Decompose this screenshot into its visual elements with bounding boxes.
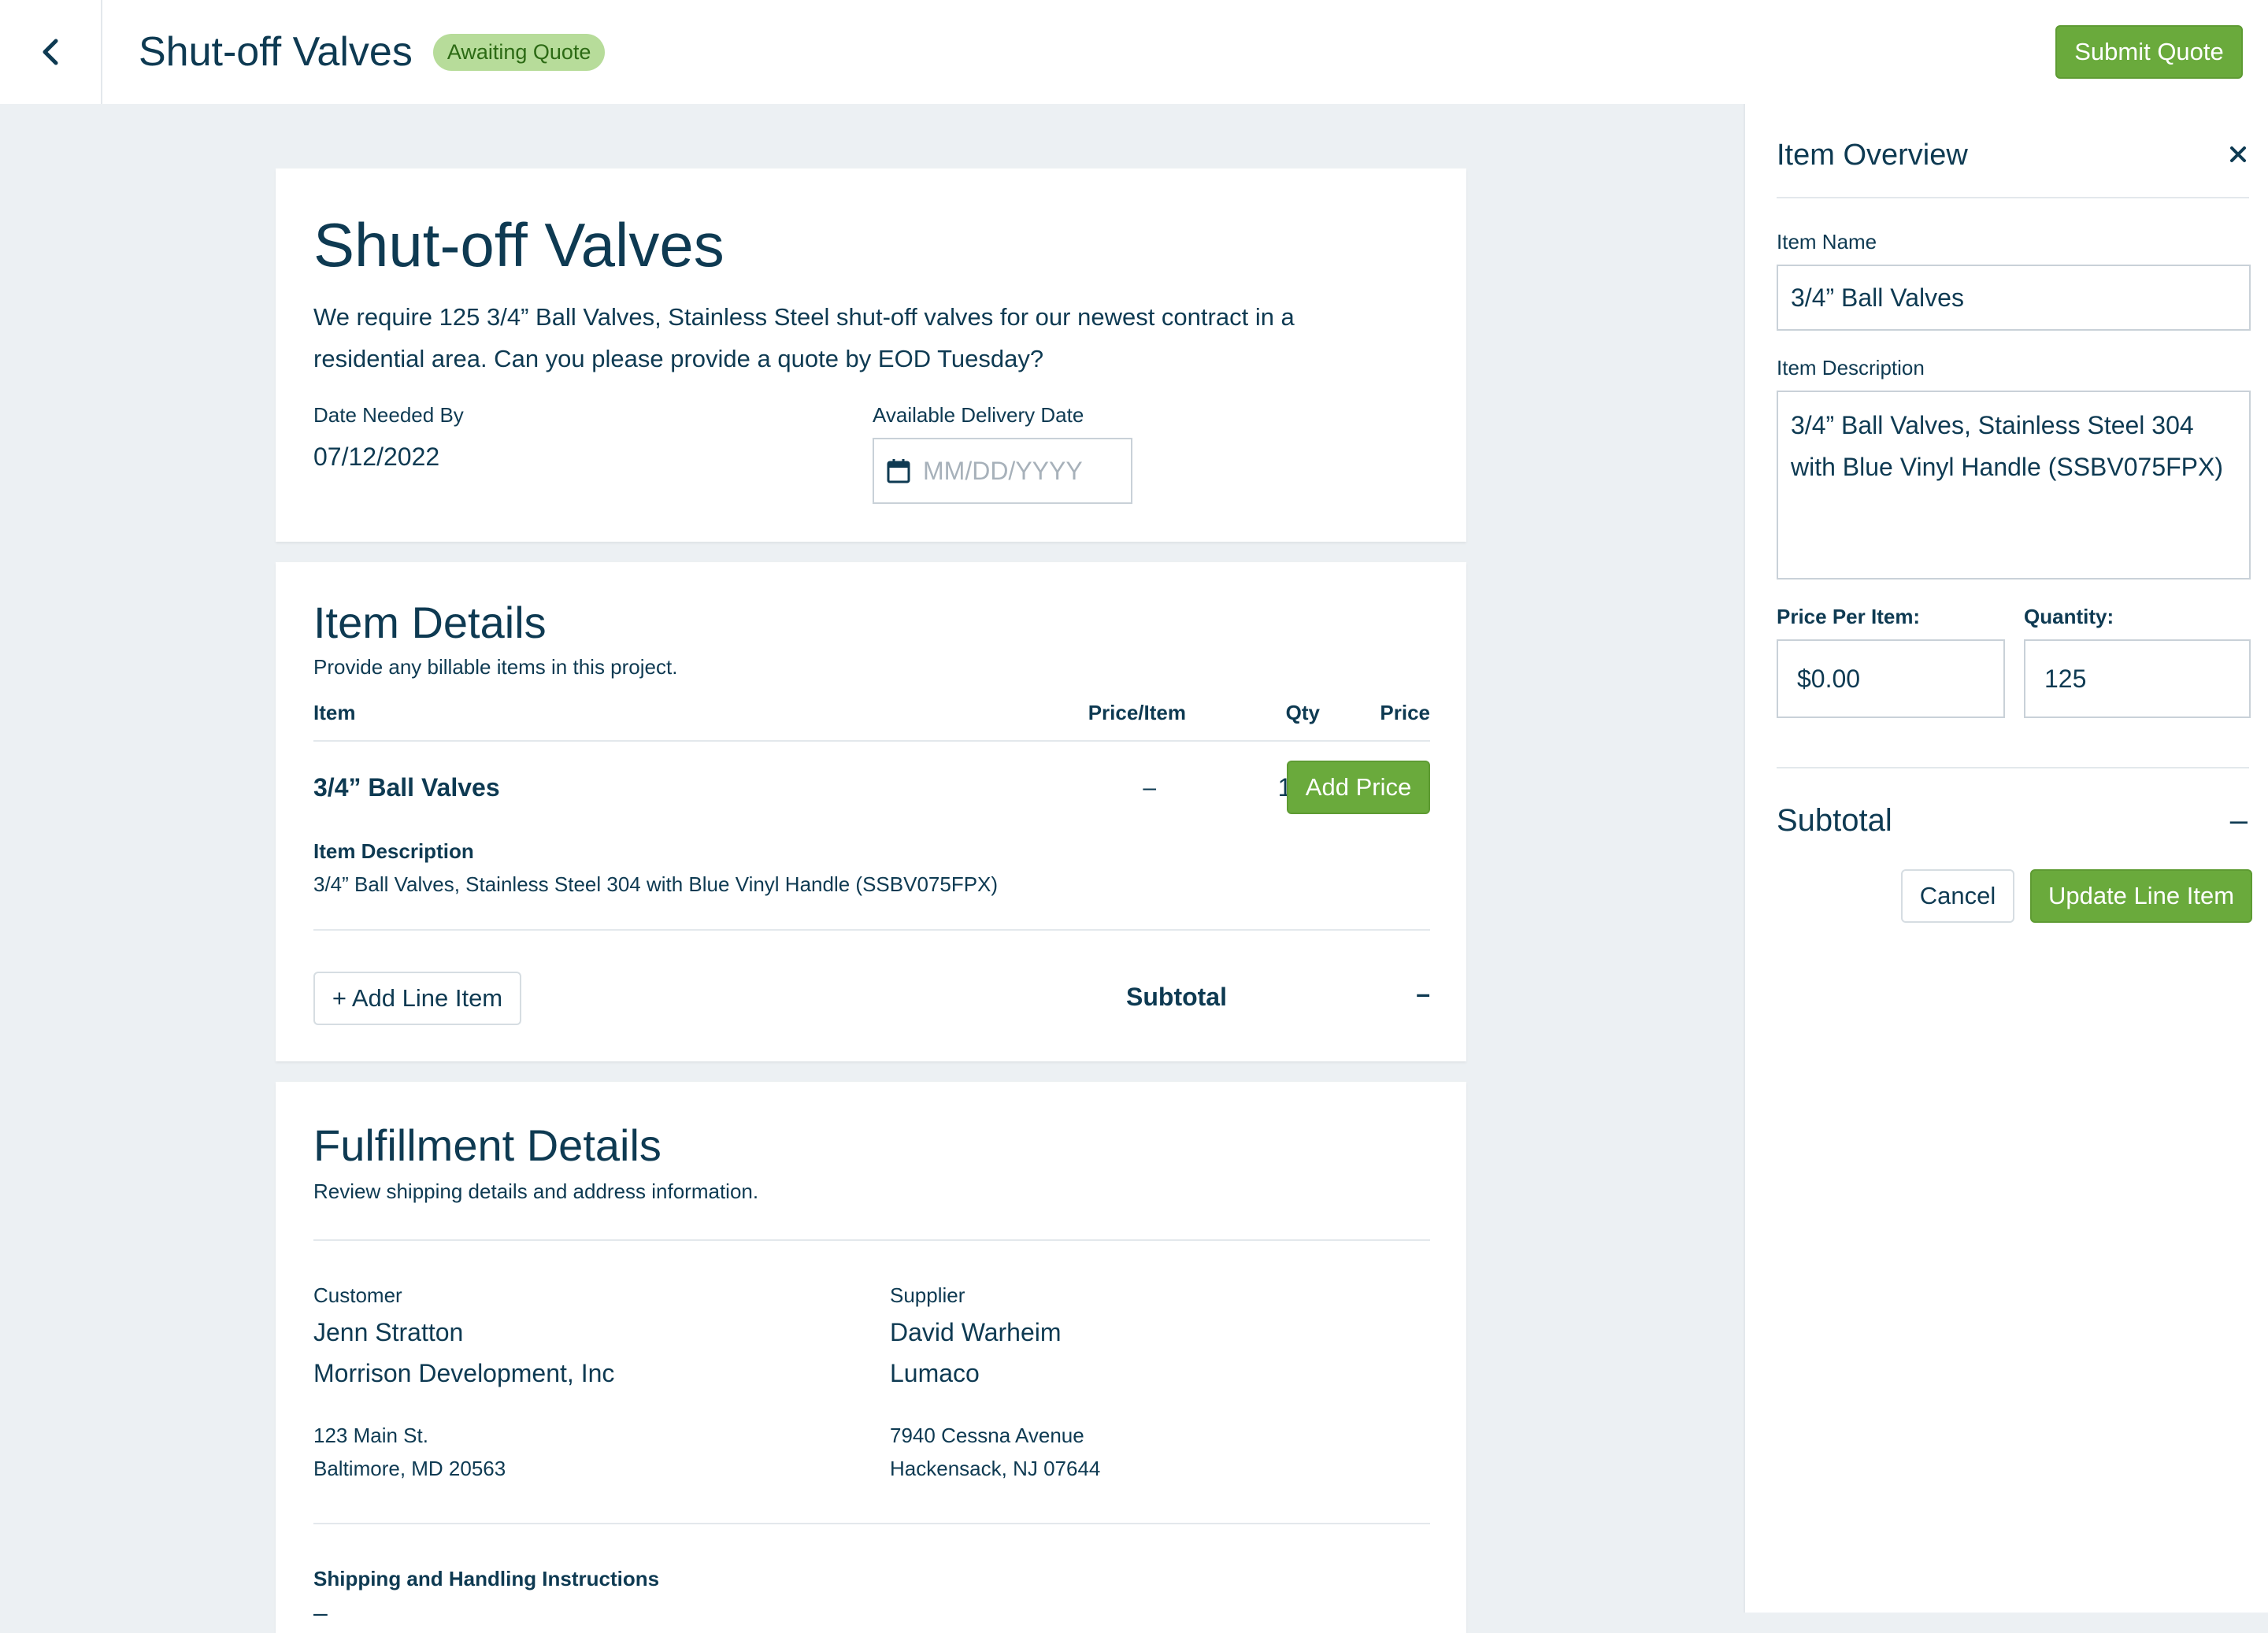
update-line-item-button[interactable]: Update Line Item (2030, 869, 2252, 923)
table-footer-divider (313, 929, 1430, 931)
delivery-date-field[interactable] (873, 438, 1132, 504)
item-description-label: Item Description (1777, 356, 1925, 380)
panel-subtotal-label: Subtotal (1777, 803, 1892, 838)
supplier-company: Lumaco (890, 1359, 980, 1387)
customer-address-line1: 123 Main St. (313, 1424, 428, 1447)
delivery-date-input[interactable] (923, 456, 1120, 486)
row-item-name: 3/4” Ball Valves (313, 773, 500, 802)
fulfillment-subtitle: Review shipping details and address info… (313, 1179, 759, 1203)
request-card: Shut-off Valves We require 125 3/4” Ball… (276, 168, 1466, 542)
table-header-divider (313, 740, 1430, 742)
row-description-value: 3/4” Ball Valves, Stainless Steel 304 wi… (313, 872, 999, 896)
date-needed-value: 07/12/2022 (313, 443, 440, 471)
supplier-label: Supplier (890, 1283, 965, 1307)
status-badge: Awaiting Quote (432, 33, 606, 71)
item-details-title: Item Details (313, 598, 547, 647)
date-needed-label: Date Needed By (313, 403, 464, 427)
panel-subtotal-value: – (2229, 803, 2248, 838)
column-header-price: Price (1380, 701, 1430, 724)
item-details-card: Item Details Provide any billable items … (276, 562, 1466, 1061)
shipping-instructions-value: – (313, 1598, 328, 1627)
quantity-label: Quantity: (2024, 605, 2114, 628)
back-button[interactable] (0, 0, 102, 104)
customer-address-line2: Baltimore, MD 20563 (313, 1457, 506, 1480)
supplier-address-line2: Hackensack, NJ 07644 (890, 1457, 1101, 1480)
subtotal-value: – (1416, 979, 1430, 1008)
panel-divider-bottom (1777, 767, 2249, 768)
item-name-label: Item Name (1777, 230, 1877, 254)
add-price-button[interactable]: Add Price (1287, 761, 1430, 814)
add-line-item-button[interactable]: + Add Line Item (313, 972, 521, 1025)
column-header-item: Item (313, 701, 356, 724)
shipping-instructions-label: Shipping and Handling Instructions (313, 1567, 660, 1590)
delivery-date-label: Available Delivery Date (873, 403, 1084, 427)
quantity-input[interactable] (2024, 639, 2251, 718)
panel-divider-top (1777, 197, 2249, 198)
chevron-left-icon (43, 39, 58, 65)
fulfillment-divider-top (313, 1239, 1430, 1241)
fulfillment-divider-bottom (313, 1523, 1430, 1524)
top-bar: Shut-off Valves Awaiting Quote (0, 0, 2268, 104)
item-name-input[interactable] (1777, 265, 2251, 331)
price-per-item-label: Price Per Item: (1777, 605, 1921, 628)
request-title: Shut-off Valves (313, 210, 724, 280)
price-per-item-input[interactable] (1777, 639, 2005, 718)
supplier-name: David Warheim (890, 1318, 1062, 1346)
submit-quote-button[interactable]: Submit Quote (2055, 25, 2243, 79)
customer-company: Morrison Development, Inc (313, 1359, 615, 1387)
fulfillment-title: Fulfillment Details (313, 1120, 662, 1170)
customer-label: Customer (313, 1283, 402, 1307)
fulfillment-card: Fulfillment Details Review shipping deta… (276, 1082, 1466, 1633)
row-price-per-item: – (1143, 775, 1156, 801)
cancel-button[interactable]: Cancel (1901, 869, 2014, 923)
supplier-address-line1: 7940 Cessna Avenue (890, 1424, 1084, 1447)
item-details-subtitle: Provide any billable items in this proje… (313, 655, 678, 679)
row-description-label: Item Description (313, 839, 474, 863)
customer-name: Jenn Stratton (313, 1318, 464, 1346)
panel-title: Item Overview (1777, 139, 1968, 172)
subtotal-label: Subtotal (1126, 983, 1227, 1011)
item-overview-panel: Item Overview Item Name Item Description… (1744, 104, 2268, 1613)
item-description-textarea[interactable]: 3/4” Ball Valves, Stainless Steel 304 wi… (1777, 391, 2251, 580)
close-panel-button[interactable] (2227, 143, 2249, 165)
calendar-icon (887, 459, 910, 483)
page-title: Shut-off Valves (139, 29, 413, 75)
request-description: We require 125 3/4” Ball Valves, Stainle… (313, 303, 1295, 372)
close-icon (2230, 146, 2246, 162)
